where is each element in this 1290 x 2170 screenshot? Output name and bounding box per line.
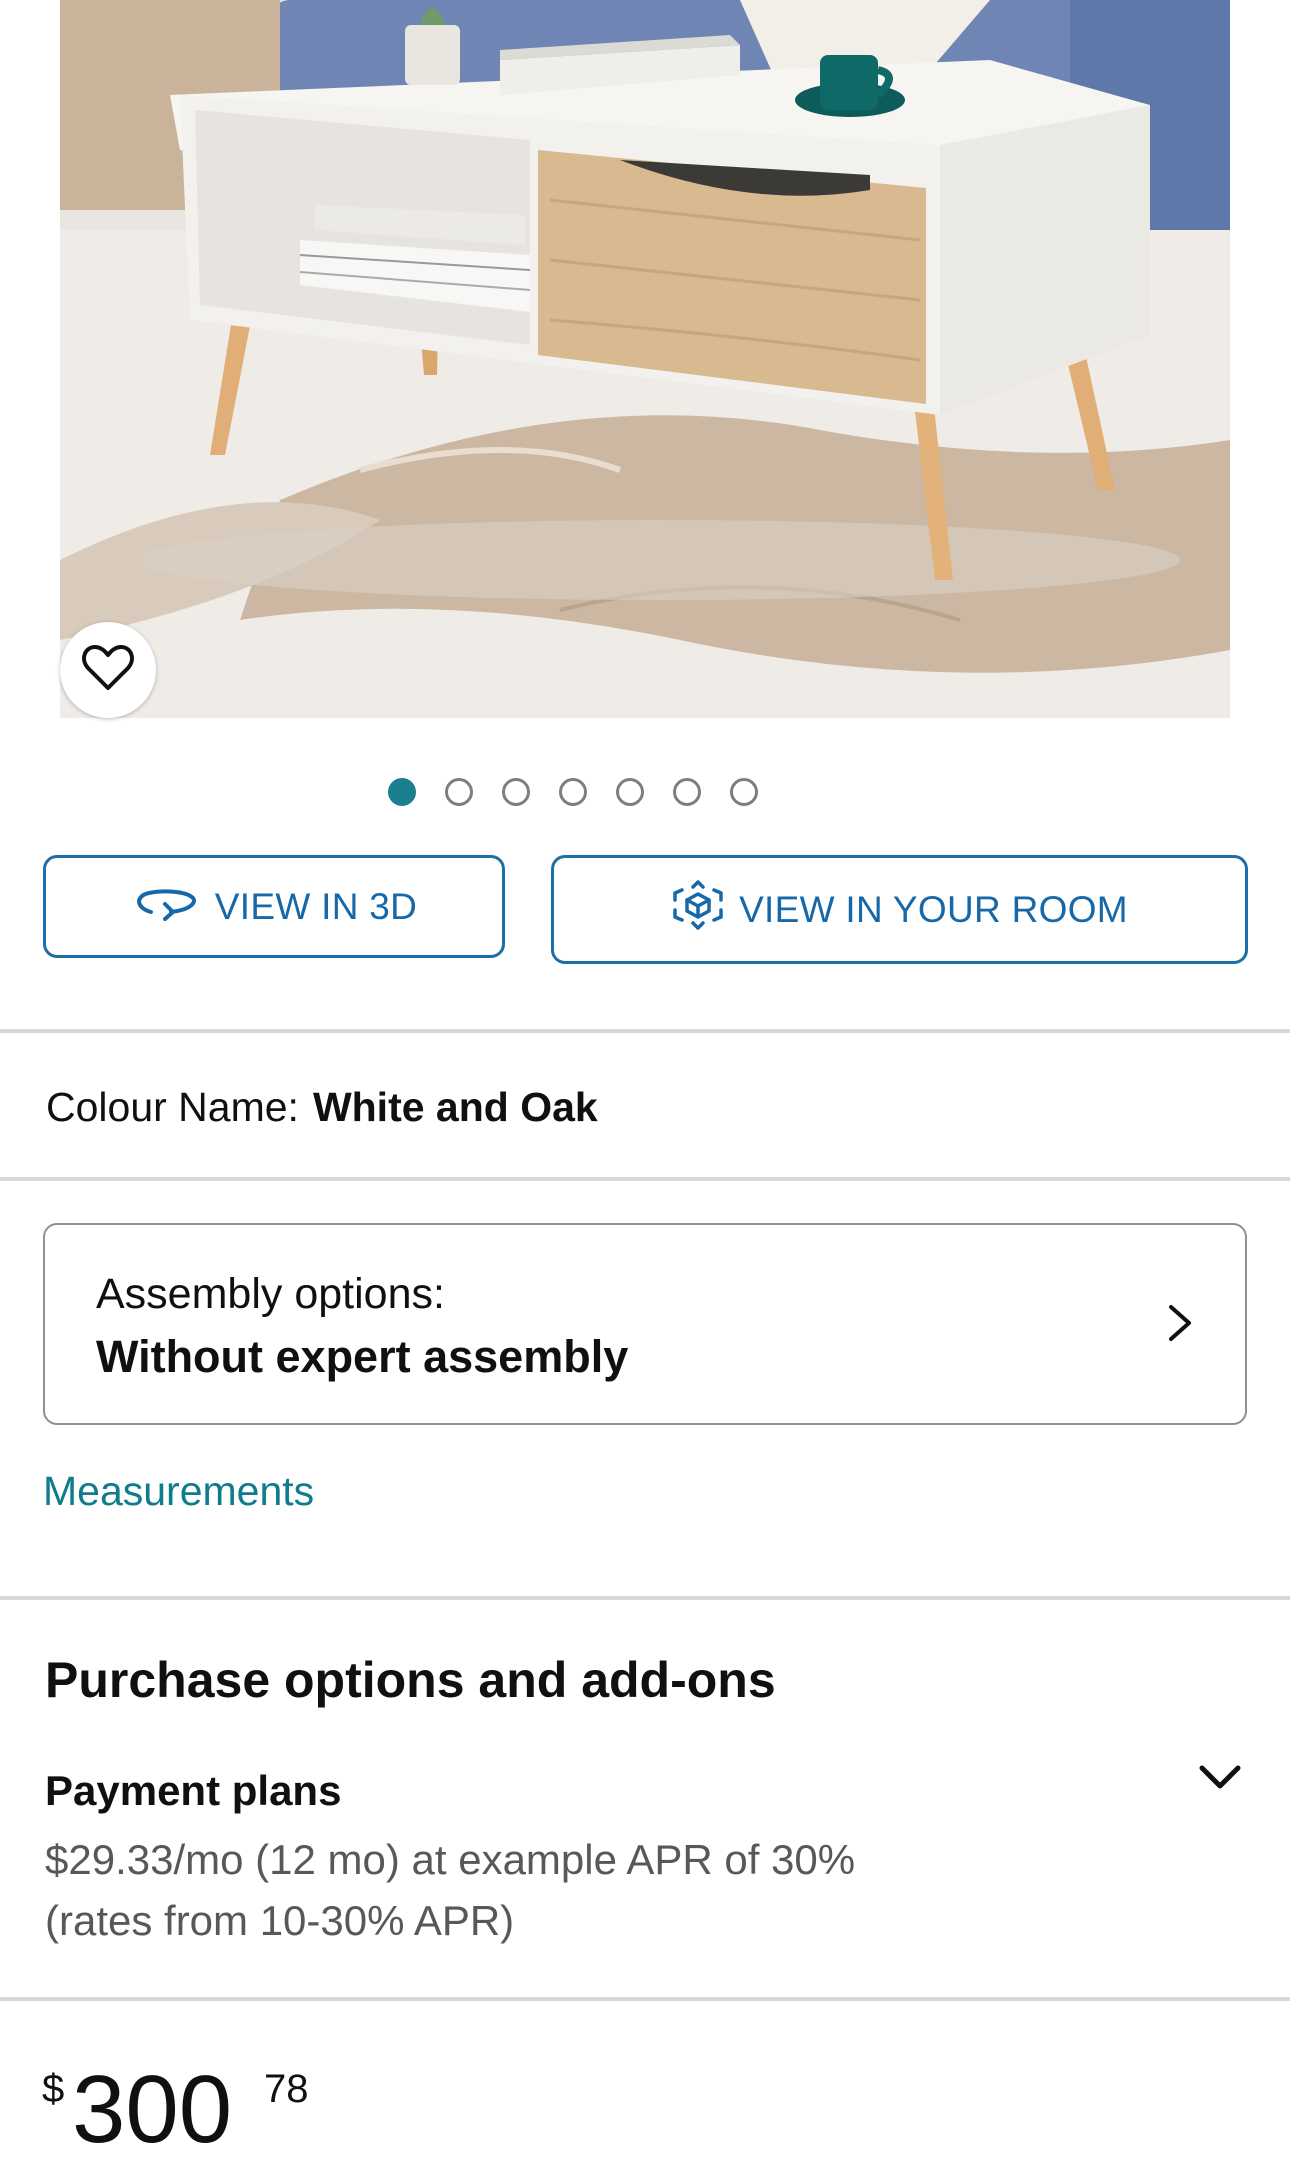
colour-label: Colour Name:	[46, 1084, 299, 1130]
ar-cube-icon	[671, 878, 725, 941]
divider	[0, 1177, 1290, 1181]
divider	[0, 1997, 1290, 2001]
rotate-3d-icon	[131, 882, 201, 931]
price-whole: 300	[72, 2056, 233, 2163]
assembly-options-label: Assembly options:	[96, 1270, 445, 1318]
payment-plan-rates: (rates from 10-30% APR)	[45, 1897, 515, 1944]
view-in-your-room-label: VIEW IN YOUR ROOM	[739, 888, 1128, 930]
view-in-3d-button[interactable]: VIEW IN 3D	[43, 855, 505, 958]
colour-name-row: Colour Name: White and Oak	[46, 1084, 598, 1131]
view-in-3d-label: VIEW IN 3D	[214, 885, 418, 927]
payment-plan-details: $29.33/mo (12 mo) at example APR of 30%	[45, 1836, 856, 1883]
carousel-dot[interactable]	[673, 778, 701, 806]
price-fraction: 78	[264, 2067, 309, 2111]
image-carousel-dots	[0, 778, 1290, 812]
carousel-dot[interactable]	[502, 778, 530, 806]
colour-value: White and Oak	[312, 1084, 598, 1130]
chevron-right-icon	[1165, 1301, 1195, 1350]
purchase-options-heading: Purchase options and add-ons	[45, 1652, 776, 1708]
carousel-dot[interactable]	[616, 778, 644, 806]
carousel-dot[interactable]	[445, 778, 473, 806]
chevron-down-icon[interactable]	[1196, 1760, 1244, 1799]
price-currency: $	[42, 2067, 65, 2111]
assembly-options-selector[interactable]: Assembly options: Without expert assembl…	[43, 1223, 1247, 1425]
view-in-your-room-button[interactable]: VIEW IN YOUR ROOM	[551, 855, 1248, 964]
heart-icon	[81, 644, 135, 697]
carousel-dot[interactable]	[559, 778, 587, 806]
product-image[interactable]	[60, 0, 1230, 718]
divider	[0, 1029, 1290, 1033]
assembly-options-value: Without expert assembly	[96, 1331, 629, 1382]
measurements-link[interactable]: Measurements	[43, 1468, 314, 1515]
carousel-dot[interactable]	[388, 778, 416, 806]
divider	[0, 1596, 1290, 1600]
wishlist-button[interactable]	[60, 622, 156, 718]
carousel-dot[interactable]	[730, 778, 758, 806]
payment-plans-heading[interactable]: Payment plans	[45, 1767, 341, 1815]
